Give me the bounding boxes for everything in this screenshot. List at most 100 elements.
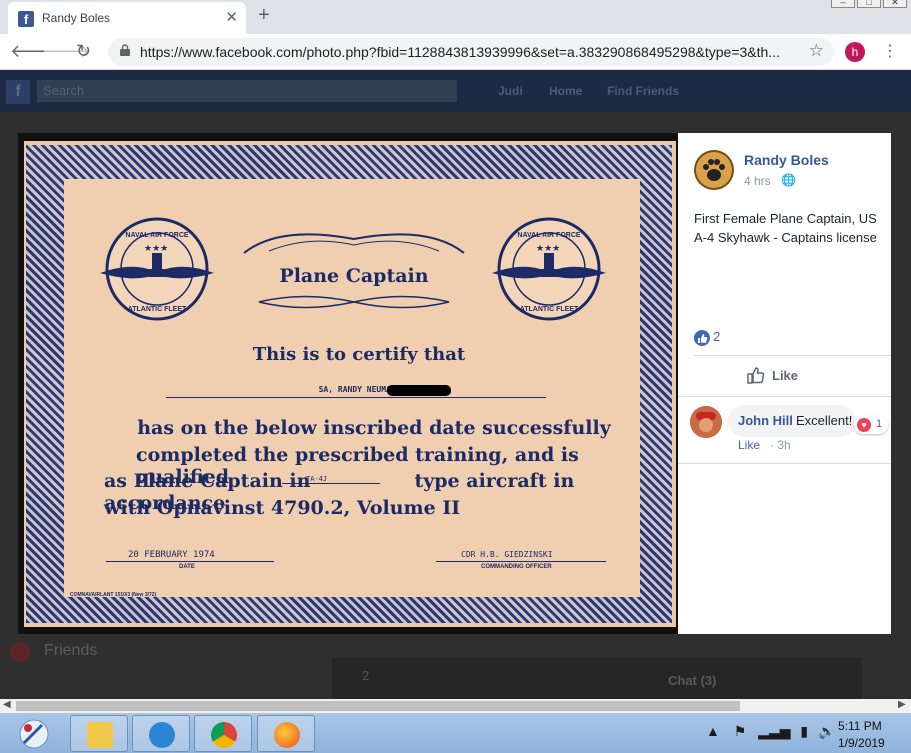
scroll-right-arrow-icon[interactable]: ▶ <box>898 699 906 710</box>
svg-text:NAVAL AIR FORCE: NAVAL AIR FORCE <box>517 232 580 239</box>
comment-bubble: John Hill Excellent! <box>728 405 856 437</box>
comment-text: Excellent! <box>796 413 853 428</box>
commenter-avatar[interactable] <box>690 406 722 438</box>
taskbar-internet-explorer[interactable] <box>132 715 190 752</box>
recipient-name: SA, RANDY NEUMANN, USN, <box>318 385 430 394</box>
like-reaction-icon <box>694 330 710 346</box>
certificate-title: Plane Captain <box>279 265 429 287</box>
facebook-favicon-icon: f <box>18 11 34 27</box>
post-timestamp[interactable]: 4 hrs <box>744 174 771 188</box>
photo-caption: First Female Plane Captain, US A-4 Skyha… <box>694 211 877 245</box>
thumbs-up-icon <box>747 367 765 384</box>
title-flourish-bottom <box>258 295 450 309</box>
browser-toolbar: 🡐 🡒 ↻ https://www.facebook.com/photo.php… <box>0 34 911 70</box>
nav-profile-link[interactable]: Judi <box>498 84 523 98</box>
title-flourish-top <box>243 233 465 254</box>
aircraft-underline <box>282 483 380 484</box>
browser-tab-strip: f Randy Boles ✕ + – □ ✕ <box>0 0 911 34</box>
globe-icon: 🌐 <box>781 173 796 187</box>
comment-reaction-badge[interactable]: ♥ 1 <box>854 416 888 434</box>
signer-name: CDR H.B. GIEDZINSKI <box>461 550 553 559</box>
signer-title: COMMANDING OFFICER <box>481 564 552 570</box>
bottom-like-count: 2 <box>362 668 370 683</box>
start-button-icon[interactable] <box>14 717 54 751</box>
minimize-button[interactable]: – <box>831 0 855 8</box>
profile-avatar[interactable]: h <box>845 42 865 62</box>
form-number: COMNAVAIRLANT 1510/3 (New 3/72) <box>70 592 157 598</box>
maximize-button[interactable]: □ <box>857 0 881 8</box>
browser-tab[interactable]: f Randy Boles ✕ <box>8 2 246 34</box>
clock-date[interactable]: 1/9/2019 <box>838 736 885 750</box>
bookmark-star-icon[interactable]: ☆ <box>809 41 824 61</box>
friends-icon <box>10 642 30 662</box>
certificate-photo: ★★★ NAVAL AIR FORCE ATLANTIC FLEET ★★★ N… <box>24 141 676 627</box>
commenter-name-link[interactable]: John Hill <box>738 413 793 428</box>
scrollbar-thumb[interactable] <box>16 701 740 711</box>
volume-icon[interactable]: 🔈 <box>818 723 835 739</box>
naval-air-force-emblem-left: ★★★ NAVAL AIR FORCE ATLANTIC FLEET <box>100 217 214 321</box>
svg-text:★★★: ★★★ <box>536 243 560 253</box>
svg-text:ATLANTIC FLEET: ATLANTIC FLEET <box>520 306 579 313</box>
clock-time[interactable]: 5:11 PM <box>838 719 882 733</box>
facebook-top-bar: f Search Judi Home Find Friends <box>0 70 911 112</box>
certificate-body-line-4: with Opnavinst 4790.2, Volume II <box>104 497 461 519</box>
comment-timestamp[interactable]: · 3h <box>770 438 791 452</box>
certificate-body-line-1: has on the below inscribed date successf… <box>137 417 611 439</box>
like-count[interactable]: 2 <box>713 329 720 344</box>
taskbar-firefox[interactable] <box>257 715 315 752</box>
date-label: DATE <box>179 564 195 570</box>
photo-area[interactable]: ★★★ NAVAL AIR FORCE ATLANTIC FLEET ★★★ N… <box>18 133 678 634</box>
nav-find-friends-link[interactable]: Find Friends <box>607 84 679 98</box>
flag-icon[interactable]: ⚑ <box>734 723 747 739</box>
divider <box>678 463 891 464</box>
divider <box>678 396 891 397</box>
url-text[interactable]: https://www.facebook.com/photo.php?fbid=… <box>140 44 800 60</box>
chat-bar-label[interactable]: Chat (3) <box>668 673 716 688</box>
comment-like-link[interactable]: Like <box>738 438 760 452</box>
reload-icon[interactable]: ↻ <box>76 41 91 62</box>
firefox-icon <box>274 722 300 748</box>
system-tray[interactable]: ▲ ⚑ ▂▃▅ ▮ 🔈 <box>706 723 835 740</box>
tab-close-icon[interactable]: ✕ <box>225 8 238 26</box>
taskbar-chrome[interactable] <box>194 715 252 752</box>
name-underline <box>166 397 546 398</box>
post-footer-background: 2 <box>332 658 862 700</box>
horizontal-scrollbar[interactable]: ◀ ▶ <box>0 699 911 713</box>
poster-avatar[interactable] <box>694 150 734 190</box>
paw-print-icon <box>696 152 732 188</box>
svg-text:ATLANTIC FLEET: ATLANTIC FLEET <box>128 306 187 313</box>
redaction-mark <box>387 385 451 396</box>
chrome-icon <box>211 722 237 748</box>
address-bar[interactable]: https://www.facebook.com/photo.php?fbid=… <box>108 38 834 66</box>
like-button-label: Like <box>772 368 799 383</box>
facebook-search-input[interactable]: Search <box>37 80 457 102</box>
network-icon[interactable]: ▂▃▅ <box>758 723 790 739</box>
facebook-logo-icon[interactable]: f <box>6 80 30 104</box>
certificate-date: 20 FEBRUARY 1974 <box>128 550 215 560</box>
battery-icon[interactable]: ▮ <box>800 723 808 739</box>
date-underline <box>106 561 274 562</box>
taskbar-file-explorer[interactable] <box>70 715 128 752</box>
lock-icon <box>120 44 130 56</box>
svg-text:★★★: ★★★ <box>144 243 168 253</box>
certify-heading: This is to certify that <box>252 344 466 365</box>
scroll-left-arrow-icon[interactable]: ◀ <box>3 699 11 710</box>
internet-explorer-icon <box>149 722 175 748</box>
nav-home-link[interactable]: Home <box>549 84 582 98</box>
sidebar-item-label: Friends <box>44 642 98 659</box>
svg-text:NAVAL AIR FORCE: NAVAL AIR FORCE <box>125 232 188 239</box>
aircraft-type: TA-4J <box>306 475 328 483</box>
tab-title: Randy Boles <box>42 11 111 25</box>
reaction-count: 1 <box>876 418 883 430</box>
show-hidden-icons-icon[interactable]: ▲ <box>706 723 720 739</box>
line3-prefix: as Plane Captain in <box>104 470 311 492</box>
browser-menu-icon[interactable]: ⋮ <box>882 41 898 61</box>
poster-name-link[interactable]: Randy Boles <box>744 152 829 168</box>
comment-time-value: 3h <box>777 438 791 452</box>
signature-underline <box>436 561 606 562</box>
close-window-button[interactable]: ✕ <box>883 0 907 8</box>
heart-reaction-icon: ♥ <box>857 418 871 432</box>
photo-info-panel: Randy Boles 4 hrs 🌐 First Female Plane C… <box>678 133 891 634</box>
naval-air-force-emblem-right: ★★★ NAVAL AIR FORCE ATLANTIC FLEET <box>492 217 606 321</box>
new-tab-button[interactable]: + <box>258 4 270 27</box>
